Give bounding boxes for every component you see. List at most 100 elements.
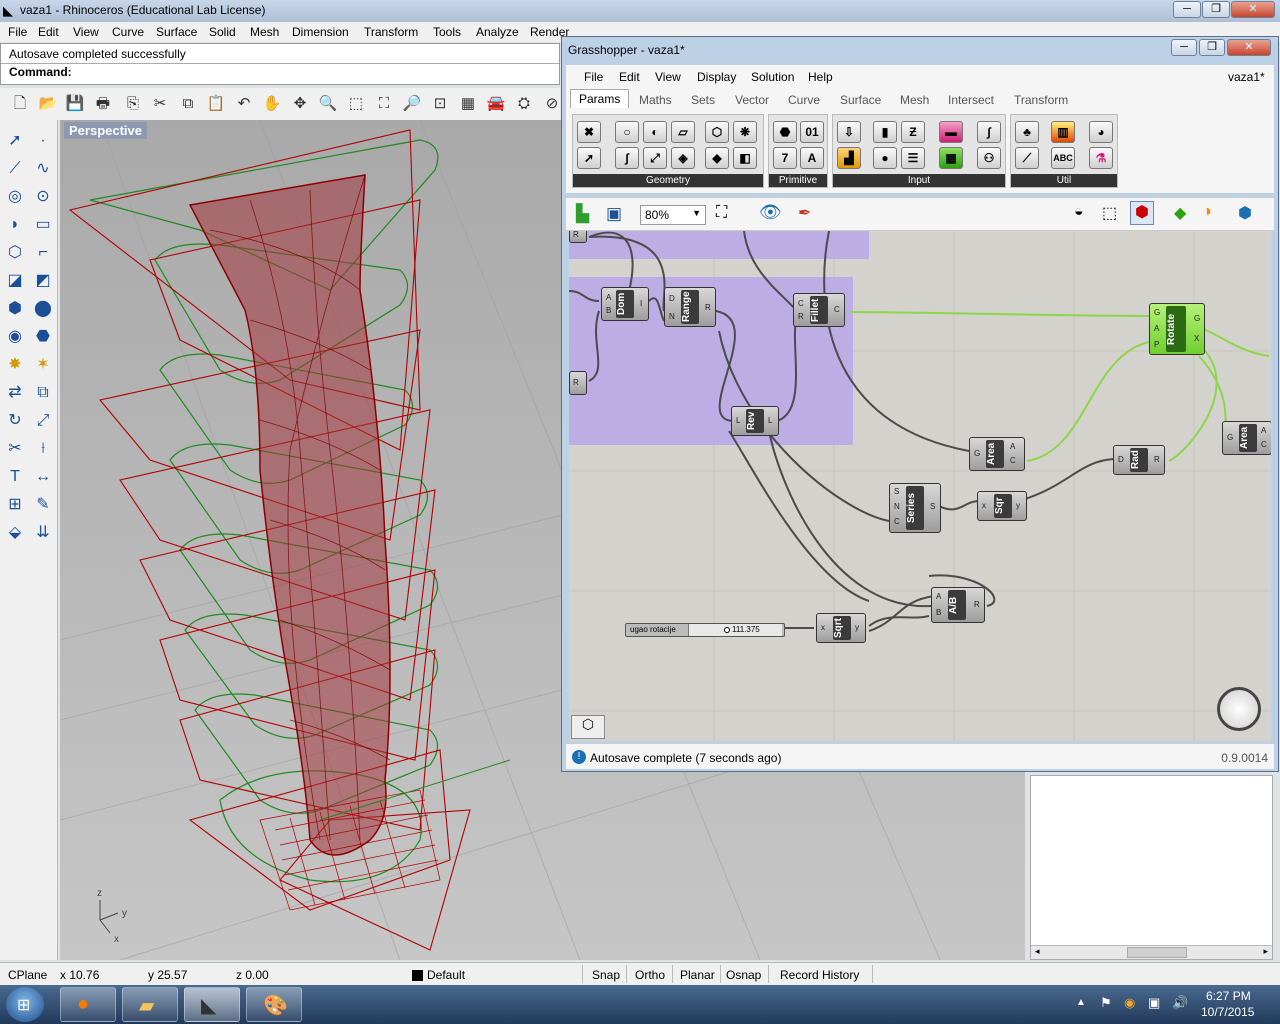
param-text-icon[interactable]: A bbox=[800, 147, 824, 169]
param-surface-icon[interactable]: ◈ bbox=[671, 147, 695, 169]
param-brep-icon[interactable]: ❋ bbox=[733, 121, 757, 143]
util-graph-icon[interactable]: ⟋ bbox=[1015, 147, 1039, 169]
tab-surface[interactable]: Surface bbox=[840, 93, 881, 107]
component-rotate[interactable]: G A P Rotate G X bbox=[1149, 303, 1205, 355]
polygon-icon[interactable]: ⬡ bbox=[4, 242, 26, 264]
zoom-all-icon[interactable]: ⊡ bbox=[430, 94, 450, 114]
mesh-icon[interactable]: ⬣ bbox=[32, 326, 54, 348]
input-button-icon[interactable]: ● bbox=[873, 147, 897, 169]
menu-tools[interactable]: Tools bbox=[433, 25, 461, 39]
menu-file[interactable]: File bbox=[8, 25, 27, 39]
preview-shaded-icon[interactable]: ◒ bbox=[1074, 203, 1084, 221]
util-text-icon[interactable]: ABC bbox=[1051, 147, 1075, 169]
command-prompt[interactable]: Command: bbox=[9, 65, 72, 79]
component-sqr[interactable]: x Sqr y bbox=[977, 491, 1027, 521]
paste-icon[interactable]: 📋 bbox=[206, 94, 226, 114]
grid-snap-icon[interactable]: ⇊ bbox=[32, 522, 54, 544]
circle-icon[interactable]: ◎ bbox=[4, 186, 26, 208]
solid-tools-icon[interactable]: ◉ bbox=[4, 326, 26, 348]
tray-app-icon[interactable]: ◉ bbox=[1124, 995, 1135, 1011]
tab-transform[interactable]: Transform bbox=[1014, 93, 1068, 107]
input-matrix-icon[interactable]: ▦ bbox=[939, 147, 963, 169]
rotate-icon[interactable]: ↻ bbox=[4, 410, 26, 432]
scroll-thumb[interactable] bbox=[1127, 947, 1187, 958]
component-rad[interactable]: D Rad R bbox=[1113, 445, 1165, 475]
curve-icon[interactable]: ∿ bbox=[32, 158, 54, 180]
tab-intersect[interactable]: Intersect bbox=[948, 93, 994, 107]
explode-icon[interactable]: ✶ bbox=[32, 354, 54, 376]
taskbar-explorer[interactable]: ▰ bbox=[122, 987, 178, 1022]
clock-date[interactable]: 10/7/2015 bbox=[1201, 1005, 1254, 1019]
start-button[interactable]: ⊞ bbox=[6, 987, 44, 1022]
taskbar-firefox[interactable]: ● bbox=[60, 987, 116, 1022]
scale-icon[interactable]: ⤢ bbox=[32, 410, 54, 432]
component-area-2[interactable]: G Area A C bbox=[1222, 421, 1271, 455]
material-preview-icon[interactable]: ◑ bbox=[1202, 203, 1212, 221]
input-import-icon[interactable]: ⇩ bbox=[837, 121, 861, 143]
arc-icon[interactable]: ◗ bbox=[4, 214, 26, 236]
viewport-title[interactable]: Perspective bbox=[64, 122, 147, 139]
dimension-icon[interactable]: ↔ bbox=[32, 466, 54, 488]
component-rev[interactable]: L Rev L bbox=[731, 406, 779, 436]
zoom-icon[interactable]: 🔍 bbox=[318, 94, 338, 114]
text-icon[interactable]: T bbox=[4, 466, 26, 488]
rotate-view-icon[interactable]: ✥ bbox=[290, 94, 310, 114]
util-flask-icon[interactable]: ⚗ bbox=[1089, 147, 1113, 169]
param-arc-icon[interactable]: ◐ bbox=[643, 121, 667, 143]
ribbon-label-primitive[interactable]: Primitive bbox=[769, 174, 827, 187]
sketch-pen-icon[interactable]: ✒ bbox=[798, 203, 811, 223]
preview-wire-icon[interactable]: ⬚ bbox=[1102, 203, 1117, 223]
component-area[interactable]: G Area A C bbox=[969, 437, 1025, 471]
tab-mesh[interactable]: Mesh bbox=[900, 93, 929, 107]
clock-time[interactable]: 6:27 PM bbox=[1206, 989, 1251, 1003]
param-box-icon[interactable]: ⬡ bbox=[705, 121, 729, 143]
copy-object-icon[interactable]: ⧉ bbox=[32, 382, 54, 404]
input-graph-mapper-icon[interactable]: ∫ bbox=[977, 121, 1001, 143]
gh-menu-view[interactable]: View bbox=[655, 70, 681, 84]
maximize-button[interactable]: ❐ bbox=[1202, 1, 1230, 18]
param-mesh-icon[interactable]: ◆ bbox=[705, 147, 729, 169]
sphere-icon[interactable]: ⬤ bbox=[32, 298, 54, 320]
save-icon[interactable]: 💾 bbox=[65, 94, 85, 114]
preview-selected-icon[interactable]: ⬢ bbox=[1130, 201, 1154, 225]
viewport-layout-icon[interactable]: ▦ bbox=[458, 94, 478, 114]
menu-mesh[interactable]: Mesh bbox=[250, 25, 279, 39]
menu-solid[interactable]: Solid bbox=[209, 25, 236, 39]
taskbar-rhino[interactable]: ◣ bbox=[184, 987, 240, 1022]
gh-menu-solution[interactable]: Solution bbox=[751, 70, 794, 84]
status-snap[interactable]: Snap bbox=[592, 968, 620, 982]
copy-icon[interactable]: ⧉ bbox=[178, 94, 198, 114]
tab-maths[interactable]: Maths bbox=[639, 93, 672, 107]
gh-maximize-button[interactable]: ❐ bbox=[1199, 39, 1225, 56]
options-icon[interactable]: ⊘ bbox=[542, 94, 562, 114]
new-file-icon[interactable]: 🗋 bbox=[10, 94, 30, 114]
input-slider-icon[interactable]: ▟ bbox=[837, 147, 861, 169]
tab-curve[interactable]: Curve bbox=[788, 93, 820, 107]
param-r-top[interactable]: R bbox=[569, 231, 587, 243]
ellipse-icon[interactable]: ⊙ bbox=[32, 186, 54, 208]
material-icon[interactable]: ⛭ bbox=[514, 94, 534, 114]
input-image-sampler-icon[interactable]: ⚇ bbox=[977, 147, 1001, 169]
param-plane-icon[interactable]: ▱ bbox=[671, 121, 695, 143]
surface-icon[interactable]: ◪ bbox=[4, 270, 26, 292]
tray-expand-icon[interactable]: ▲ bbox=[1076, 997, 1086, 1008]
move-icon[interactable]: ⇄ bbox=[4, 382, 26, 404]
util-tree-icon[interactable]: ♣ bbox=[1015, 121, 1039, 143]
rectangle-icon[interactable]: ▭ bbox=[32, 214, 54, 236]
zoom-dropdown[interactable]: 80% ▼ bbox=[640, 205, 706, 225]
render-object-icon[interactable]: ⬙ bbox=[4, 522, 26, 544]
box-icon[interactable]: ⬢ bbox=[4, 298, 26, 320]
param-vector-icon[interactable]: ➚ bbox=[577, 147, 601, 169]
input-value-list-icon[interactable]: ☰ bbox=[901, 147, 925, 169]
gh-menu-file[interactable]: File bbox=[584, 70, 603, 84]
pan-hand-icon[interactable]: ✋ bbox=[262, 94, 282, 114]
display-mode-icon[interactable]: ⬢ bbox=[1238, 203, 1252, 223]
param-line-icon[interactable]: ⤢ bbox=[643, 147, 667, 169]
preview-eye-icon[interactable]: 👁 bbox=[759, 202, 782, 223]
tray-network-icon[interactable]: ▣ bbox=[1148, 995, 1160, 1011]
status-osnap[interactable]: Osnap bbox=[726, 968, 761, 982]
scroll-left-icon[interactable]: ◂ bbox=[1035, 946, 1040, 957]
menu-transform[interactable]: Transform bbox=[364, 25, 418, 39]
param-integer-icon[interactable]: 01 bbox=[800, 121, 824, 143]
param-number-icon[interactable]: 7 bbox=[773, 147, 797, 169]
